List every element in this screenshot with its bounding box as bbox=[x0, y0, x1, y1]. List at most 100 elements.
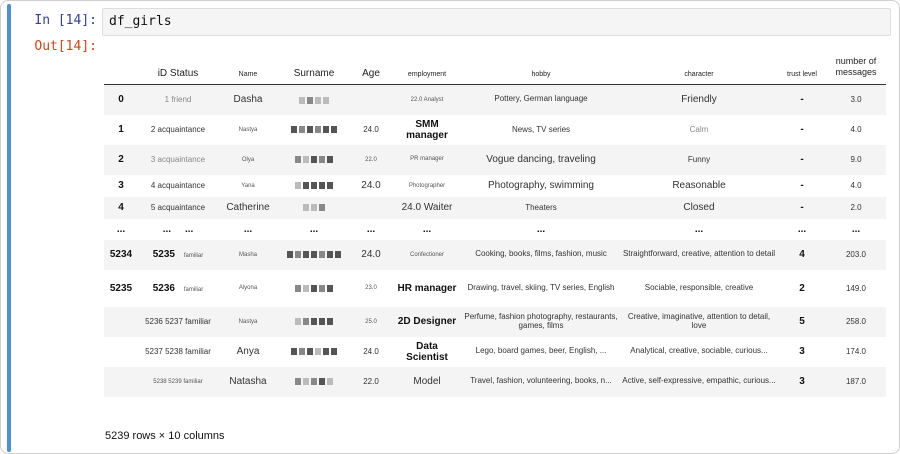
cell-employment: 24.0 Waiter bbox=[401, 202, 453, 213]
cell-age: 25.0 bbox=[365, 318, 377, 325]
cell-selection-bar bbox=[7, 4, 11, 452]
row-index: 5235 bbox=[109, 282, 133, 294]
cell-messages: ... bbox=[851, 223, 861, 235]
cell-surname: ... bbox=[309, 223, 319, 235]
cell-surname-redacted bbox=[278, 240, 350, 270]
table-row: 5238 5239 familiar Natasha 22.0 Model Tr… bbox=[104, 366, 886, 397]
cell-hobby: Vogue dancing, traveling bbox=[486, 154, 596, 165]
header-age: Age bbox=[350, 45, 392, 85]
cell-trust: 5 bbox=[799, 316, 805, 327]
cell-id-status: 5236 5237 familiar bbox=[145, 317, 211, 326]
cell-status: 5 acquaintance bbox=[150, 203, 206, 212]
cell-surname-redacted bbox=[278, 367, 350, 397]
cell-employment: SMM manager bbox=[406, 118, 448, 141]
row-index: 2 bbox=[118, 154, 124, 165]
cell-surname-redacted bbox=[278, 337, 350, 367]
cell-character: Analytical, creative, sociable, curious.… bbox=[630, 346, 768, 356]
cell-character: Closed bbox=[683, 202, 715, 213]
cell-name: Olya bbox=[241, 156, 255, 163]
cell-status: 2 acquaintance bbox=[150, 125, 206, 134]
table-row: 3 4 acquaintance Yana 24.0 Photographer … bbox=[104, 175, 886, 197]
pixelated-redaction-icon bbox=[287, 251, 341, 259]
cell-hobby: Travel, fashion, volunteering, books, n.… bbox=[470, 376, 612, 386]
cell-name: Nastya bbox=[238, 126, 258, 133]
cell-character: ... bbox=[694, 223, 704, 235]
cell-name: Masha bbox=[238, 251, 257, 258]
cell-messages: 4.0 bbox=[850, 181, 862, 190]
header-trust-level: trust level bbox=[778, 45, 826, 85]
pixelated-redaction-icon bbox=[291, 126, 337, 134]
table-row: 0 1 friend Dasha 22.0 Analyst Pottery, G… bbox=[104, 84, 886, 115]
cell-messages: 149.0 bbox=[845, 283, 867, 293]
cell-surname-redacted bbox=[278, 85, 350, 115]
table-row: 2 3 acquaintance Olya 22.0 PR manager Vo… bbox=[104, 144, 886, 175]
cell-character: Sociable, responsible, creative bbox=[644, 282, 754, 292]
cell-employment: Model bbox=[413, 376, 441, 387]
dataframe-table: iD Status Name Surname Age employment ho… bbox=[104, 45, 886, 397]
cell-trust: 2 bbox=[799, 282, 805, 294]
cell-trust: 3 bbox=[799, 346, 805, 357]
header-number-of-messages: number of messages bbox=[826, 45, 886, 85]
cell-name: Anya bbox=[236, 346, 260, 357]
cell-hobby: Drawing, travel, skiing, TV series, Engl… bbox=[467, 282, 615, 292]
cell-employment: 2D Designer bbox=[397, 316, 457, 327]
code-text[interactable]: df_girls bbox=[109, 14, 172, 29]
cell-messages: 258.0 bbox=[845, 317, 867, 326]
cell-trust: - bbox=[800, 94, 804, 106]
cell-status: 1 friend bbox=[164, 95, 192, 105]
pixelated-redaction-icon bbox=[295, 318, 333, 326]
pixelated-redaction-icon bbox=[295, 284, 333, 292]
row-index: 4 bbox=[118, 202, 124, 213]
pixelated-redaction-icon bbox=[303, 204, 325, 212]
cell-surname-redacted bbox=[278, 307, 350, 337]
cell-age: 24.0 bbox=[361, 249, 381, 260]
cell-id-status: 5235 familiar bbox=[152, 249, 204, 260]
header-employment: employment bbox=[392, 45, 462, 85]
cell-trust: 4 bbox=[799, 249, 805, 260]
notebook-cell[interactable]: In [14]: df_girls Out[14]: iD Status Nam… bbox=[0, 0, 900, 454]
table-header-row: iD Status Name Surname Age employment ho… bbox=[104, 45, 886, 85]
cell-character: Straightforward, creative, attention to … bbox=[622, 249, 776, 259]
row-index bbox=[104, 337, 138, 367]
cell-age: 24.0 bbox=[363, 347, 379, 356]
cell-age bbox=[350, 197, 392, 219]
cell-hobby: Perfume, fashion photography, restaurant… bbox=[464, 311, 618, 330]
cell-employment: HR manager bbox=[397, 282, 457, 294]
pixelated-redaction-icon bbox=[291, 348, 337, 356]
row-index: 0 bbox=[118, 94, 124, 106]
cell-messages: 3.0 bbox=[850, 95, 862, 105]
code-input-area[interactable]: df_girls bbox=[102, 8, 891, 36]
header-index bbox=[104, 45, 138, 85]
cell-hobby: Lego, board games, beer, English, ... bbox=[475, 346, 607, 356]
cell-name: Natasha bbox=[229, 376, 267, 387]
row-index bbox=[104, 307, 138, 337]
cell-character: Creative, imaginative, attention to deta… bbox=[627, 311, 771, 330]
cell-name: Nastya bbox=[238, 318, 258, 325]
cell-hobby: News, TV series bbox=[511, 125, 571, 134]
row-index: 3 bbox=[118, 180, 124, 191]
table-row: 5235 5236 familiar Alyona 23.0 HR manage… bbox=[104, 270, 886, 307]
cell-character: Calm bbox=[689, 125, 709, 134]
row-index: 5234 bbox=[109, 249, 133, 260]
header-character: character bbox=[620, 45, 778, 85]
cell-age: 23.0 bbox=[365, 285, 377, 291]
row-index: 1 bbox=[118, 124, 124, 135]
cell-surname-redacted bbox=[278, 145, 350, 175]
cell-name: Dasha bbox=[233, 94, 263, 106]
cell-hobby: Photography, swimming bbox=[488, 180, 594, 191]
header-surname: Surname bbox=[278, 45, 350, 85]
cell-hobby: Theaters bbox=[525, 203, 557, 212]
cell-name: ... bbox=[243, 223, 253, 235]
cell-messages: 2.0 bbox=[850, 203, 862, 212]
cell-surname-redacted bbox=[278, 270, 350, 307]
dataframe-shape-footer: 5239 rows × 10 columns bbox=[105, 430, 225, 442]
cell-messages: 9.0 bbox=[850, 155, 862, 164]
cell-trust: ... bbox=[797, 223, 807, 235]
cell-surname-redacted bbox=[278, 175, 350, 197]
pixelated-redaction-icon bbox=[299, 96, 329, 104]
cell-age: ... bbox=[366, 223, 376, 235]
cell-hobby: ... bbox=[536, 223, 546, 235]
cell-id-status: 5237 5238 familiar bbox=[145, 347, 211, 356]
cell-status: 4 acquaintance bbox=[150, 181, 206, 190]
cell-age: 22.0 bbox=[365, 156, 377, 163]
